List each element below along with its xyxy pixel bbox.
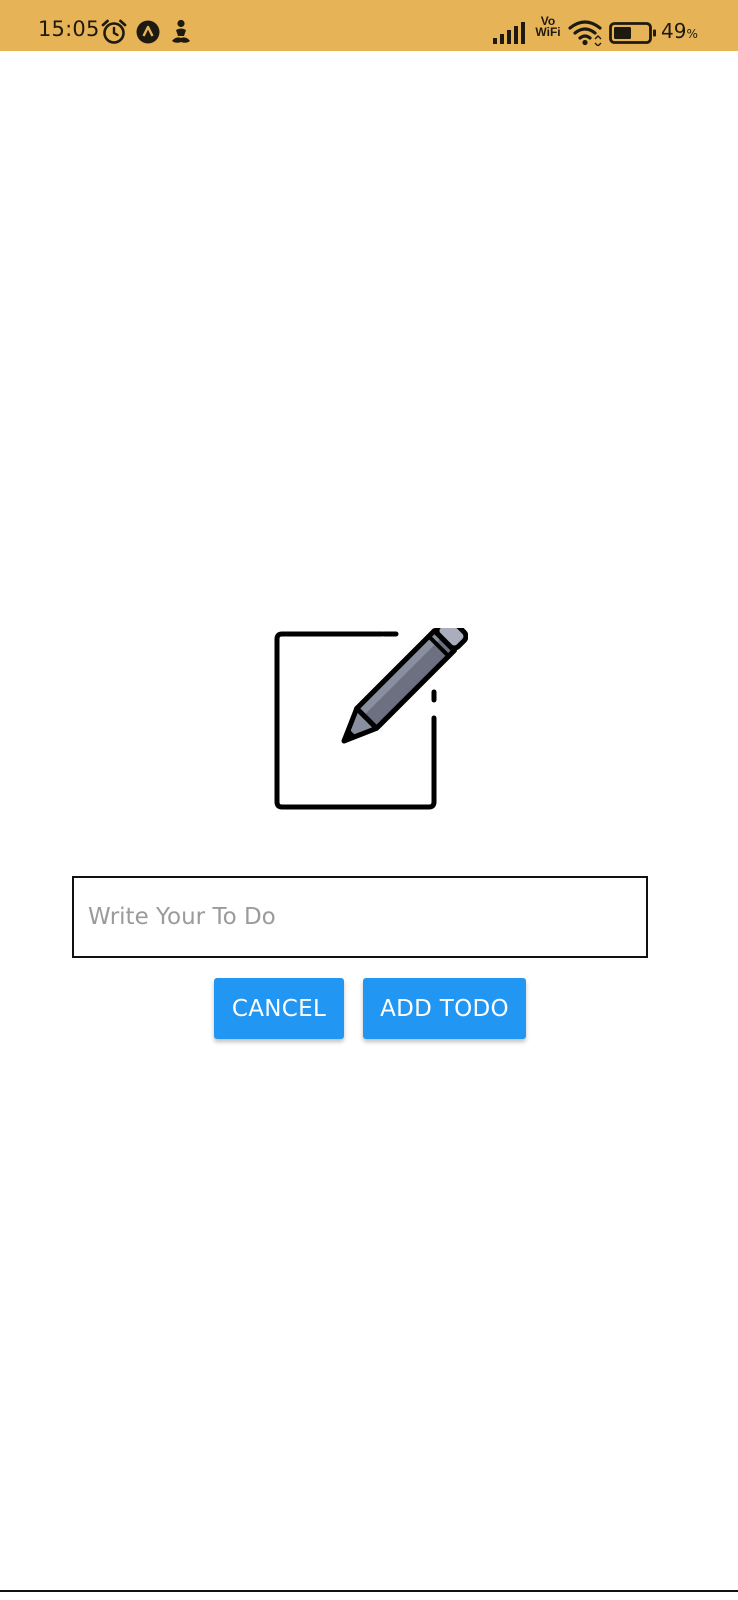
status-time: 15:05 bbox=[38, 17, 100, 41]
add-todo-button[interactable]: ADD TODO bbox=[363, 978, 526, 1039]
vowifi-indicator: Vo WiFi bbox=[531, 15, 565, 39]
edit-note-icon bbox=[274, 628, 468, 810]
battery-icon bbox=[609, 22, 656, 44]
todo-input[interactable] bbox=[72, 876, 648, 958]
vowifi-bottom-label: WiFi bbox=[535, 25, 561, 39]
signal-strength-icon bbox=[493, 22, 525, 44]
battery-percentage: 49% bbox=[661, 19, 698, 46]
add-todo-button-label: ADD TODO bbox=[380, 995, 509, 1022]
add-todo-screen: 15:05 Vo WiFi 49% Write Your To Do CANCE… bbox=[0, 0, 738, 1600]
battery-percent-value: 49 bbox=[661, 19, 687, 43]
app-notification-icon bbox=[136, 20, 160, 44]
status-bar: 15:05 Vo WiFi 49% bbox=[0, 0, 738, 51]
cancel-button-label: CANCEL bbox=[231, 995, 327, 1022]
wifi-icon bbox=[568, 20, 602, 46]
bottom-divider bbox=[0, 1590, 738, 1592]
cancel-button[interactable]: CANCEL bbox=[214, 978, 344, 1039]
alarm-icon bbox=[101, 19, 127, 44]
meditation-icon bbox=[172, 19, 190, 43]
battery-percent-sign: % bbox=[686, 27, 698, 41]
